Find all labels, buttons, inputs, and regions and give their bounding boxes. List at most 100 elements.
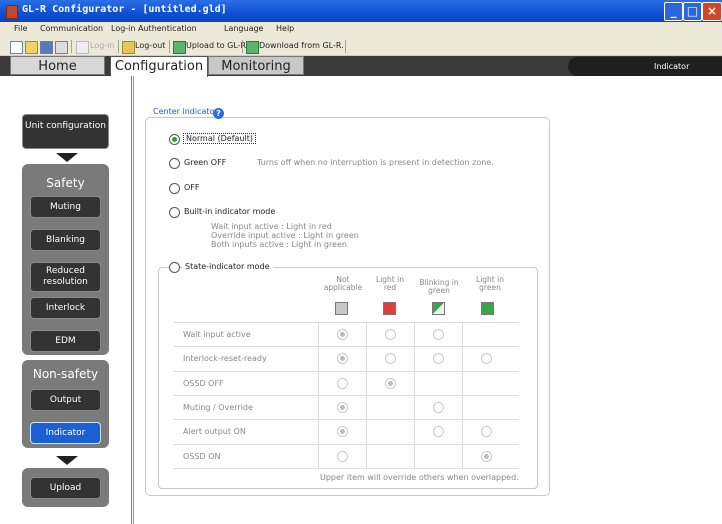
non-safety-title: Non-safety [32,367,99,381]
table-divider [174,371,519,372]
override-footnote: Upper item will override others when ove… [320,473,519,482]
print-icon[interactable] [55,41,68,54]
toolbar-separator [242,40,243,53]
flow-arrow-icon [56,153,78,162]
tab-configuration[interactable]: Configuration [110,56,208,77]
state-option-radio[interactable] [337,451,348,462]
toolbar: Log-in Log-out Upload to GL-R. Download … [0,38,722,56]
center-indicator-legend: Center indicator [150,107,221,116]
tab-monitoring[interactable]: Monitoring [208,56,304,75]
green-off-description: Turns off when no interruption is presen… [257,158,494,167]
table-divider [462,323,463,469]
toolbar-separator [118,40,119,53]
menu-file[interactable]: File [14,24,27,33]
app-icon [6,5,18,19]
menu-language[interactable]: Language [224,24,263,33]
upload-button[interactable]: Upload to GL-R. [186,41,248,50]
off-radio[interactable] [169,183,180,194]
normal-label[interactable]: Normal (Default) [183,133,256,144]
state-option-radio[interactable] [337,426,348,437]
help-icon[interactable]: ? [213,108,224,119]
minimize-button[interactable]: _ [664,2,683,21]
menu-login-authentication[interactable]: Log-in Authentication [111,24,197,33]
login-icon [76,41,89,54]
menu-communication[interactable]: Communication [40,24,103,33]
table-divider [174,444,519,445]
state-option-radio[interactable] [385,353,396,364]
state-option-radio[interactable] [433,426,444,437]
login-button[interactable]: Log-in [90,41,114,50]
blanking-button[interactable]: Blanking [30,229,101,251]
state-option-radio[interactable] [433,353,444,364]
edm-button[interactable]: EDM [30,330,101,352]
state-option-radio[interactable] [337,353,348,364]
builtin-description-line: Wait input active : Light in red [211,222,332,231]
navigation-pane: Unit configuration Safety Muting Blankin… [0,76,132,524]
state-option-radio[interactable] [385,329,396,340]
logout-icon [122,41,135,54]
maximize-button[interactable]: □ [683,2,702,21]
toolbar-separator [169,40,170,53]
download-icon [246,41,259,54]
builtin-radio[interactable] [169,207,180,218]
not-applicable-swatch [335,302,348,315]
blinking-green-swatch [432,302,445,315]
state-radio[interactable] [169,262,180,273]
safety-title: Safety [46,176,85,190]
table-row-label: Alert output ON [183,427,246,436]
state-option-radio[interactable] [337,329,348,340]
state-option-radio[interactable] [433,329,444,340]
table-row-label: OSSD ON [183,452,221,461]
builtin-label[interactable]: Built-in indicator mode [184,207,275,216]
table-divider [174,468,519,469]
pane-splitter[interactable] [133,76,134,524]
reduced-resolution-button[interactable]: Reduced resolution [30,262,101,292]
window-title: GL-R Configurator - [untitled.gld] [22,4,227,15]
upload-nav-button[interactable]: Upload [30,477,101,499]
table-row-label: Wait input active [183,330,251,339]
state-option-radio[interactable] [385,378,396,389]
output-button[interactable]: Output [30,389,101,411]
column-header: Light in green [476,275,504,292]
logout-button[interactable]: Log-out [135,41,165,50]
state-option-radio[interactable] [481,426,492,437]
green-off-label[interactable]: Green OFF [184,158,226,167]
table-divider [414,323,415,469]
column-header: Light in red [376,275,404,292]
indicator-button[interactable]: Indicator [30,422,101,444]
state-label[interactable]: State-indicator mode [182,262,273,271]
table-divider [174,419,519,420]
current-page-label: Indicator [568,57,722,76]
muting-button[interactable]: Muting [30,196,101,218]
interlock-button[interactable]: Interlock [30,297,101,319]
tab-home[interactable]: Home [10,56,105,75]
new-file-icon[interactable] [10,41,23,54]
green-off-radio[interactable] [169,158,180,169]
table-divider [174,346,519,347]
menu-help[interactable]: Help [276,24,294,33]
save-icon[interactable] [40,41,53,54]
table-divider [174,322,519,323]
state-option-radio[interactable] [337,378,348,389]
red-swatch [383,302,396,315]
state-option-radio[interactable] [337,402,348,413]
column-header: Not applicable [323,275,363,292]
state-option-radio[interactable] [481,451,492,462]
table-divider [318,323,319,469]
column-header: Blinking in green [419,278,459,295]
state-option-radio[interactable] [433,402,444,413]
safety-group [22,164,109,355]
open-folder-icon[interactable] [25,41,38,54]
table-divider [174,395,519,396]
toolbar-separator [71,40,72,53]
off-label[interactable]: OFF [184,183,200,192]
state-option-radio[interactable] [481,353,492,364]
green-swatch [481,302,494,315]
table-row-label: Muting / Override [183,403,253,412]
table-divider [366,323,367,469]
unit-configuration-button[interactable]: Unit configuration [22,114,109,149]
download-button[interactable]: Download from GL-R. [259,41,344,50]
close-button[interactable]: × [702,2,722,21]
normal-radio[interactable] [169,134,180,145]
builtin-description-line: Override input active : Light in green [211,231,359,240]
